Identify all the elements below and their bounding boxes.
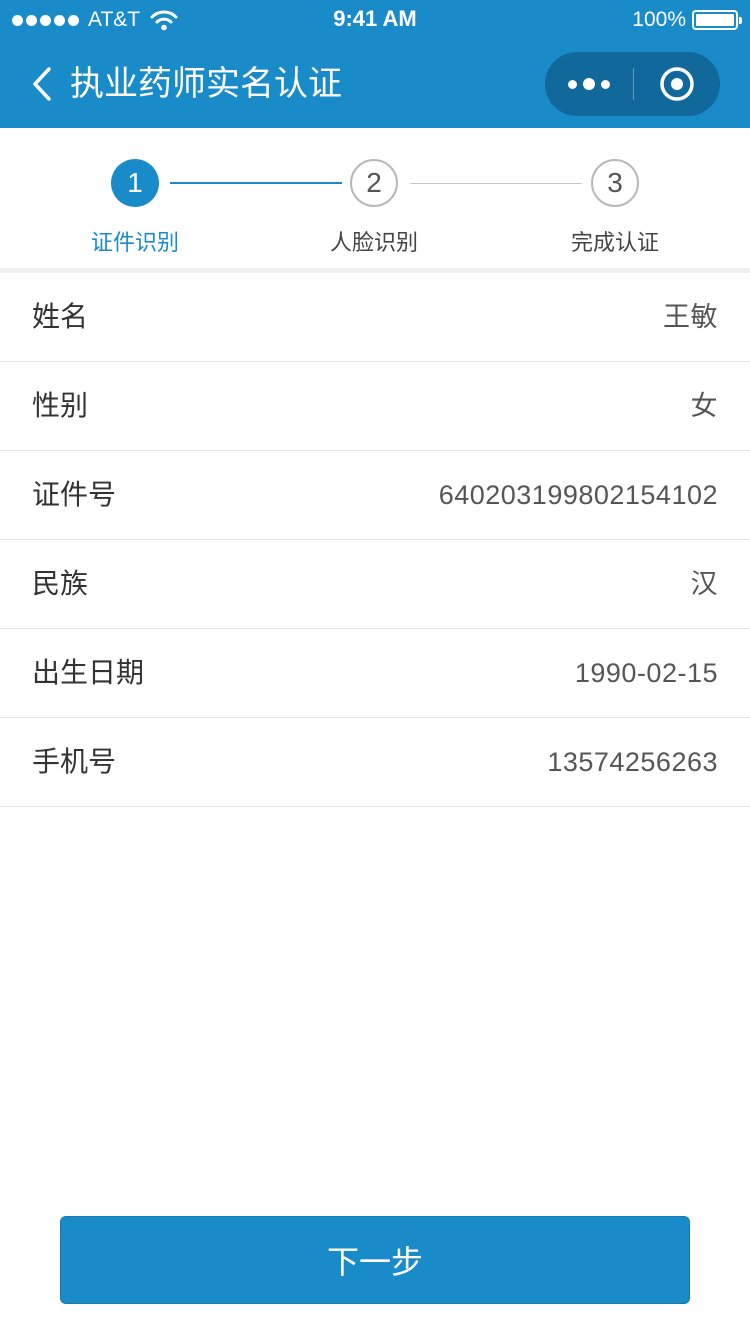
step-3-label: 完成认证 (570, 231, 659, 256)
row-label: 出生日期 (32, 656, 145, 689)
app-header: AT&T 9:41 AM 100% 执业药师实名认证 (0, 0, 750, 128)
row-value: 女 (690, 391, 718, 421)
close-button[interactable] (634, 52, 720, 116)
row-value: 1990-02-15 (574, 658, 718, 688)
row-value: 汉 (690, 569, 718, 599)
step-1-label: 证件识别 (90, 231, 179, 256)
row-label: 民族 (32, 567, 89, 600)
progress-steps: 1 2 3 证件识别 人脸识别 完成认证 (0, 128, 750, 268)
battery-percent: 100% (632, 8, 686, 31)
mini-program-capsule (545, 52, 720, 116)
next-step-button[interactable]: 下一步 (60, 1216, 690, 1304)
row-value: 王敏 (663, 302, 718, 332)
info-row-phone: 手机号 13574256263 (0, 718, 750, 807)
row-label: 性别 (32, 389, 89, 422)
more-button[interactable] (545, 52, 633, 116)
step-1-circle: 1 (111, 159, 159, 207)
back-button[interactable] (22, 60, 62, 108)
more-dots-icon (565, 78, 613, 90)
info-row-birth-date: 出生日期 1990-02-15 (0, 629, 750, 718)
battery-status: 100% (632, 6, 742, 34)
battery-icon (692, 10, 742, 30)
step-connector-pending (410, 183, 582, 184)
row-label: 证件号 (32, 478, 117, 511)
navigation-bar: 执业药师实名认证 (0, 40, 750, 128)
info-row-name: 姓名 王敏 (0, 273, 750, 362)
info-row-id-number: 证件号 640203199802154102 (0, 451, 750, 540)
step-3-circle: 3 (591, 159, 639, 207)
row-value: 640203199802154102 (438, 480, 718, 510)
step-connector-done (170, 182, 342, 184)
info-row-ethnicity: 民族 汉 (0, 540, 750, 629)
row-value: 13574256263 (547, 747, 718, 777)
step-2-circle: 2 (350, 159, 398, 207)
info-row-gender: 性别 女 (0, 362, 750, 451)
row-label: 手机号 (32, 745, 117, 778)
target-close-icon (660, 67, 694, 101)
chevron-left-icon (33, 67, 51, 101)
step-2-label: 人脸识别 (329, 231, 418, 256)
status-bar: AT&T 9:41 AM 100% (0, 0, 750, 40)
page-title: 执业药师实名认证 (70, 64, 342, 104)
row-label: 姓名 (32, 300, 89, 333)
